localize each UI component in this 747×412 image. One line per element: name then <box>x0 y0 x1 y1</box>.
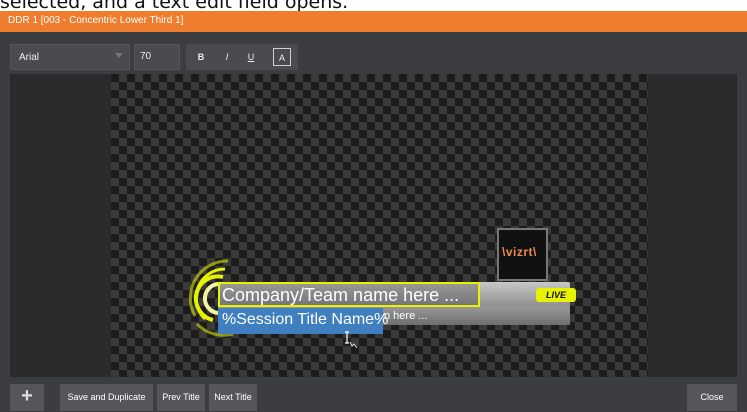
subtitle-partial-text: n here ... <box>384 310 428 322</box>
vizrt-logo[interactable]: \vizrt\ <box>497 228 548 281</box>
window-titlebar: DDR 1 [003 - Concentric Lower Third 1] <box>0 11 747 32</box>
font-size-input[interactable]: 70 <box>134 44 180 70</box>
session-title-text: %Session Title Name% <box>222 311 389 328</box>
underline-button[interactable]: U <box>242 48 260 66</box>
italic-button[interactable]: I <box>218 48 236 66</box>
font-family-select[interactable]: Arial <box>10 44 130 70</box>
font-family-value: Arial <box>19 52 40 63</box>
right-gutter <box>737 74 747 377</box>
company-name-text: Company/Team name here ... <box>222 285 460 305</box>
close-button[interactable]: Close <box>687 384 737 411</box>
bold-button[interactable]: B <box>192 48 210 66</box>
left-gutter <box>0 74 10 377</box>
next-title-button[interactable]: Next Title <box>209 384 257 411</box>
window-title: DDR 1 [003 - Concentric Lower Third 1] <box>8 15 184 26</box>
prev-title-button[interactable]: Prev Title <box>157 384 205 411</box>
chevron-down-icon <box>115 53 123 58</box>
save-and-duplicate-button[interactable]: Save and Duplicate <box>60 384 153 411</box>
logo-text: \vizrt\ <box>502 245 537 259</box>
text-color-button[interactable]: A <box>273 48 291 66</box>
add-button[interactable]: + <box>10 384 44 411</box>
company-name-text-field[interactable]: Company/Team name here ... <box>218 282 480 307</box>
caption-text: selected, and a text edit field opens. <box>0 0 349 11</box>
text-cursor-icon <box>345 331 358 349</box>
format-button-group: B I U A <box>186 44 298 70</box>
live-badge: LIVE <box>536 288 576 302</box>
